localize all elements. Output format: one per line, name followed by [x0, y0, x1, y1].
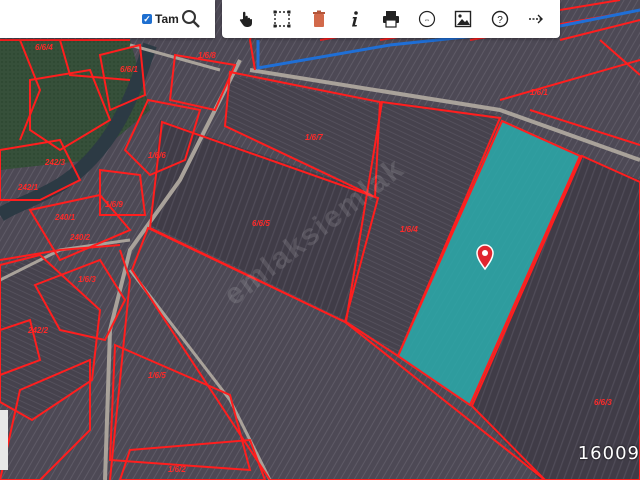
- info-icon[interactable]: [343, 7, 367, 31]
- arrow-right-icon[interactable]: [524, 7, 548, 31]
- parcel-label: 6/6/5: [252, 219, 270, 228]
- map-side-control[interactable]: [0, 410, 8, 470]
- parcel-label: 6/6/4: [35, 43, 53, 52]
- hand-pointer-icon[interactable]: [234, 7, 258, 31]
- print-icon[interactable]: [379, 7, 403, 31]
- svg-text:?: ?: [497, 15, 503, 26]
- parcel-label: 6/6/1: [120, 65, 138, 74]
- parcel-label: 1/6/1: [530, 88, 548, 97]
- checkbox-checked-icon[interactable]: ✓: [142, 14, 152, 24]
- parcel-label: 1/6/8: [198, 51, 216, 60]
- parcel-label: 1/6/7: [305, 133, 323, 142]
- parcel-label: 242/1: [17, 183, 39, 192]
- search-bar: ✓ Tam: [0, 0, 215, 38]
- parcel-label: 240/1: [54, 213, 76, 222]
- parcel-label: 6/6/3: [594, 398, 612, 407]
- image-icon[interactable]: [451, 7, 475, 31]
- svg-text:⇔: ⇔: [424, 17, 431, 24]
- coordinate-readout: 16009: [577, 443, 640, 464]
- tam-checkbox[interactable]: ✓ Tam: [142, 12, 179, 26]
- tam-label: Tam: [155, 12, 179, 26]
- parcel-label: 242/2: [27, 326, 49, 335]
- parcel-label: 240/2: [69, 233, 91, 242]
- layers-circle-icon[interactable]: ⇔: [415, 7, 439, 31]
- parcel-label: 242/3: [44, 158, 66, 167]
- parcel-label: 1/6/4: [400, 225, 418, 234]
- select-area-icon[interactable]: [270, 7, 294, 31]
- parcel-label: 1/6/5: [148, 371, 166, 380]
- trash-icon[interactable]: [307, 7, 331, 31]
- help-icon[interactable]: ?: [488, 7, 512, 31]
- parcel-label: 1/6/3: [78, 275, 96, 284]
- map-toolbar: ⇔ ?: [222, 0, 560, 38]
- parcel-label: 1/6/6: [148, 151, 166, 160]
- parcel-label: 1/6/9: [105, 200, 123, 209]
- search-icon[interactable]: [181, 9, 201, 29]
- parcel-label: 1/6/2: [168, 465, 186, 474]
